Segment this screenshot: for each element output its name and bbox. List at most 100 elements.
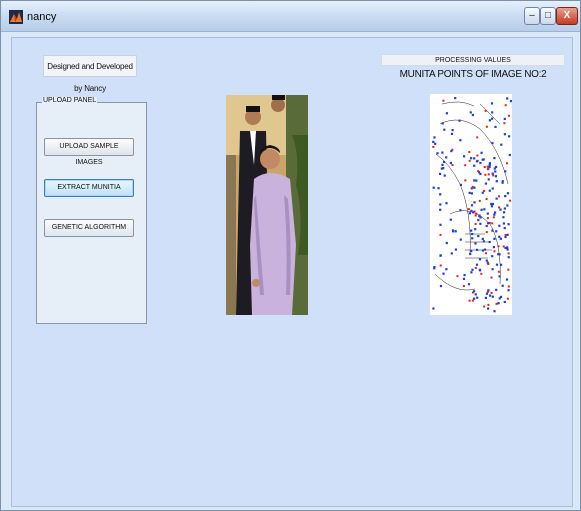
ridge-ending-marker	[483, 248, 487, 251]
ridge-ending-marker	[433, 136, 436, 139]
ridge-ending-marker	[473, 179, 476, 182]
ridge-ending-marker	[450, 132, 454, 135]
ridge-ending-marker	[503, 207, 506, 210]
ridge-ending-marker	[471, 237, 474, 240]
ridge-ending-marker	[473, 164, 476, 167]
ridge-ending-marker	[470, 229, 473, 232]
ridge-ending-marker	[508, 153, 511, 157]
ridge-ending-marker	[485, 259, 488, 262]
ridge-ending-marker	[498, 275, 501, 278]
ridge-ending-marker	[449, 161, 452, 164]
ridge-ending-marker	[462, 277, 466, 280]
ridge-ending-marker	[488, 240, 491, 244]
bifurcation-marker	[507, 285, 510, 288]
bifurcation-marker	[483, 189, 486, 192]
ridge-ending-marker	[458, 119, 461, 122]
upload-sample-images-button[interactable]: UPLOAD SAMPLE IMAGES	[44, 138, 134, 166]
ridge-ending-marker	[478, 258, 482, 261]
close-button[interactable]: X	[556, 7, 578, 25]
bifurcation-marker	[504, 234, 507, 236]
bifurcation-marker	[477, 170, 480, 173]
matlab-app-icon	[9, 10, 23, 24]
ridge-ending-marker	[445, 241, 448, 245]
ridge-ending-marker	[476, 248, 479, 251]
ridge-ending-marker	[498, 297, 501, 300]
ridge-ending-marker	[502, 216, 505, 219]
ridge-ending-marker	[501, 284, 504, 287]
ridge-ending-marker	[445, 156, 448, 159]
ridge-ending-marker	[493, 213, 496, 216]
ridge-ending-marker	[470, 192, 473, 195]
ridge-ending-marker	[480, 151, 483, 154]
ridge-ending-marker	[501, 181, 504, 184]
bifurcation-marker	[464, 164, 467, 167]
ridge-ending-marker	[432, 140, 435, 143]
bifurcation-marker	[483, 305, 486, 308]
ridge-ending-marker	[459, 139, 462, 142]
ridge-ending-marker	[475, 179, 478, 182]
ridge-ending-marker	[463, 155, 466, 158]
bifurcation-marker	[432, 145, 435, 148]
ridge-ending-marker	[488, 119, 491, 122]
ridge-ending-marker	[441, 151, 444, 154]
ridge-ending-marker	[459, 209, 462, 212]
ridge-ending-marker	[494, 211, 497, 214]
sample-photo	[226, 95, 308, 315]
ridge-ending-marker	[432, 186, 435, 189]
ridge-ending-marker	[490, 102, 494, 105]
ridge-ending-marker	[450, 252, 453, 255]
extract-munitia-button[interactable]: EXTRACT MUNITIA	[44, 179, 134, 197]
ridge-ending-marker	[489, 294, 492, 297]
bifurcation-marker	[507, 268, 510, 271]
bifurcation-marker	[487, 263, 490, 265]
ridge-ending-marker	[439, 223, 442, 226]
ridge-ending-marker	[475, 263, 479, 266]
ridge-ending-marker	[495, 288, 498, 291]
ridge-ending-marker	[473, 157, 476, 160]
ridge-ending-marker	[482, 158, 485, 161]
ridge-ending-marker	[474, 293, 477, 296]
ridge-ending-marker	[441, 122, 444, 125]
bifurcation-marker	[439, 233, 442, 236]
bifurcation-marker	[497, 245, 500, 248]
ridge-ending-marker	[491, 111, 494, 114]
ridge-ending-marker	[470, 250, 473, 253]
ridge-ending-marker	[454, 230, 457, 233]
ridge-ending-marker	[459, 183, 462, 186]
title-bar[interactable]: nancy – □ X	[1, 1, 580, 32]
ridge-ending-marker	[471, 233, 474, 236]
bifurcation-marker	[486, 217, 489, 220]
ridge-ending-marker	[506, 204, 509, 207]
ridge-ending-marker	[509, 100, 512, 103]
ridge-ending-marker	[445, 202, 448, 205]
bifurcation-marker	[504, 104, 507, 107]
bifurcation-marker	[485, 125, 488, 128]
ridge-ending-marker	[436, 152, 439, 155]
ridge-ending-marker	[507, 256, 510, 259]
ridge-ending-marker	[491, 117, 494, 120]
minimize-button[interactable]: –	[524, 7, 540, 25]
ridge-ending-marker	[439, 284, 443, 288]
ridge-ending-marker	[439, 254, 442, 257]
ridge-ending-marker	[442, 160, 446, 164]
bifurcation-marker	[485, 198, 488, 201]
window-title: nancy	[27, 11, 57, 23]
ridge-ending-marker	[481, 237, 484, 240]
ridge-ending-marker	[442, 167, 445, 170]
ridge-ending-marker	[459, 238, 462, 241]
ridge-ending-marker	[454, 97, 457, 100]
ridge-ending-marker	[450, 150, 453, 153]
bifurcation-marker	[506, 162, 508, 165]
bifurcation-marker	[472, 291, 474, 294]
bifurcation-marker	[478, 199, 481, 202]
ridge-ending-marker	[503, 300, 506, 304]
ridge-ending-marker	[463, 274, 466, 277]
ridge-ending-marker	[497, 253, 500, 256]
bifurcation-marker	[497, 270, 500, 273]
ridge-ending-marker	[478, 268, 481, 271]
ridge-ending-marker	[445, 112, 448, 115]
ridge-ending-marker	[479, 222, 482, 225]
maximize-button[interactable]: □	[540, 7, 556, 25]
genetic-algorithm-button[interactable]: GENETIC ALGORITHM	[44, 219, 134, 237]
ridge-ending-marker	[503, 133, 506, 136]
